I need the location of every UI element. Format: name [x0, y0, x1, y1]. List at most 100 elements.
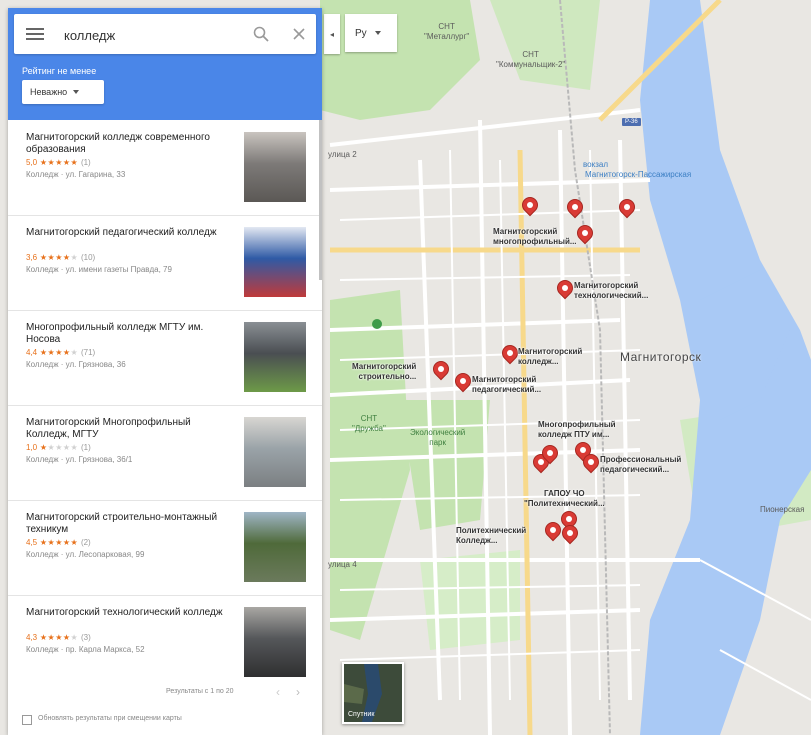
language-value: Ру [355, 27, 367, 39]
road-shield: Р-36 [622, 118, 641, 126]
result-name[interactable]: Магнитогорский колледж современного обра… [26, 132, 226, 156]
pager-text: Результаты с 1 по 20 [166, 688, 234, 695]
college-pin-icon[interactable] [581, 452, 601, 473]
result-item[interactable]: Магнитогорский колледж современного обра… [8, 120, 322, 216]
result-item[interactable]: Магнитогорский Многопрофильный Колледж, … [8, 405, 322, 501]
map-label-pionerskaya: Пионерская [760, 505, 805, 514]
poi-label[interactable]: Профессиональный педагогический... [600, 455, 681, 475]
star-rating-icon: ★★★★★ [37, 253, 79, 262]
college-pin-icon[interactable] [575, 223, 595, 244]
rating-value: 1,0 [26, 443, 38, 452]
result-photo[interactable] [244, 417, 306, 487]
result-address: Колледж · ул. Гагарина, 33 [26, 170, 126, 179]
result-name[interactable]: Магнитогорский строительно-монтажный тех… [26, 512, 226, 536]
collapse-panel-button[interactable]: ◂ [324, 14, 340, 54]
poi-label[interactable]: Многопрофильный колледж ПТУ им... [538, 420, 616, 440]
poi-label[interactable]: Магнитогорский педагогический... [472, 375, 541, 395]
result-name[interactable]: Магнитогорский педагогический колледж [26, 227, 226, 239]
poi-label[interactable]: Магнитогорский строительно... [352, 362, 416, 382]
poi-label[interactable]: Магнитогорский колледж... [518, 347, 582, 367]
chevron-down-icon [73, 90, 80, 94]
poi-label[interactable]: Политехнический Колледж... [456, 526, 526, 546]
result-item[interactable]: Магнитогорский строительно-монтажный тех… [8, 500, 322, 596]
result-photo[interactable] [244, 322, 306, 392]
college-pin-icon[interactable] [560, 523, 580, 544]
review-count: (1) [80, 158, 91, 167]
result-address: Колледж · пр. Карла Маркса, 52 [26, 645, 145, 654]
rating-value: 3,6 [26, 253, 38, 262]
language-select[interactable]: Ру [345, 14, 397, 52]
update-on-move-label: Обновлять результаты при смещении карты [38, 715, 182, 722]
poi-label[interactable]: Магнитогорский технологический... [574, 281, 648, 301]
result-photo[interactable] [244, 132, 306, 202]
update-on-move-row: Обновлять результаты при смещении карты [8, 710, 322, 734]
chevron-down-icon [374, 31, 381, 35]
star-rating-icon: ★★★★★ [37, 443, 79, 452]
update-on-move-checkbox[interactable] [22, 715, 32, 725]
rating-filter-label: Рейтинг не менее [22, 66, 97, 76]
result-rating: 1,0 ★★★★★ (1) [26, 443, 91, 452]
next-page-button[interactable]: › [296, 685, 306, 699]
rating-value: 4,4 [26, 348, 38, 357]
college-pin-icon[interactable] [500, 343, 520, 364]
result-rating: 4,5 ★★★★★ (2) [26, 538, 91, 547]
college-pin-icon[interactable] [540, 443, 560, 464]
college-pin-icon[interactable] [617, 197, 637, 218]
map-label-eco-park: Экологический парк [410, 428, 466, 447]
rating-value: 4,3 [26, 633, 38, 642]
result-item[interactable]: Магнитогорский педагогический колледж 3,6… [8, 215, 322, 311]
college-pin-icon[interactable] [555, 278, 575, 299]
rating-filter-dropdown[interactable]: Неважно [22, 80, 104, 104]
result-name[interactable]: Многопрофильный колледж МГТУ им. Носова [26, 322, 226, 346]
college-pin-icon[interactable] [543, 520, 563, 541]
menu-icon[interactable] [26, 26, 44, 42]
result-item[interactable]: Многопрофильный колледж МГТУ им. Носова 4… [8, 310, 322, 406]
result-rating: 4,4 ★★★★★ (71) [26, 348, 95, 357]
star-rating-icon: ★★★★★ [37, 633, 79, 642]
park-marker-icon[interactable] [372, 319, 382, 329]
results-panel: Рейтинг не менее Неважно Магнитогорский … [8, 8, 322, 735]
result-address: Колледж · ул. Лесопарковая, 99 [26, 550, 145, 559]
map-label-snt-metallurg: СНТ "Металлург" [424, 22, 470, 41]
result-photo[interactable] [244, 227, 306, 297]
college-pin-icon[interactable] [431, 359, 451, 380]
result-name[interactable]: Магнитогорский Многопрофильный Колледж, … [26, 417, 226, 441]
rating-value: 5,0 [26, 158, 38, 167]
review-count: (10) [80, 253, 96, 262]
result-rating: 4,3 ★★★★★ (3) [26, 633, 91, 642]
results-list[interactable]: Магнитогорский колледж современного обра… [8, 120, 322, 680]
map-label-snt-druzhba: СНТ "Дружба" [352, 414, 386, 433]
star-rating-icon: ★★★★★ [37, 158, 81, 167]
college-pin-icon[interactable] [453, 371, 473, 392]
review-count: (71) [80, 348, 96, 357]
search-box [14, 14, 316, 54]
scrollbar[interactable] [319, 120, 322, 280]
map-label-station: Магнитогорск-Пассажирская [585, 170, 692, 179]
map-label-street-4: улица 4 [328, 560, 357, 569]
result-photo[interactable] [244, 607, 306, 677]
college-pin-icon[interactable] [565, 197, 585, 218]
map-label-vokzal: вокзал [583, 160, 608, 169]
result-name[interactable]: Магнитогорский технологический колледж [26, 607, 226, 619]
panel-header: Рейтинг не менее Неважно [8, 8, 322, 120]
map-label-street-2: улица 2 [328, 150, 357, 159]
result-address: Колледж · ул. имени газеты Правда, 79 [26, 265, 172, 274]
prev-page-button[interactable]: ‹ [276, 685, 286, 699]
poi-label[interactable]: Магнитогорский многопрофильный... [493, 227, 577, 247]
rating-value: 4,5 [26, 538, 38, 547]
result-rating: 3,6 ★★★★★ (10) [26, 253, 95, 262]
search-icon[interactable] [252, 25, 270, 43]
star-rating-icon: ★★★★★ [37, 348, 79, 357]
result-item[interactable]: Магнитогорский технологический колледж 4,… [8, 595, 322, 680]
review-count: (3) [80, 633, 91, 642]
search-input[interactable] [62, 24, 236, 46]
pager: Результаты с 1 по 20 ‹ › [8, 680, 322, 704]
satellite-toggle-button[interactable]: Спутник [342, 662, 404, 724]
satellite-label: Спутник [348, 711, 375, 718]
poi-label[interactable]: ГАПОУ ЧО "Политехнический... [524, 489, 605, 509]
star-rating-icon: ★★★★★ [37, 538, 81, 547]
result-photo[interactable] [244, 512, 306, 582]
city-label: Магнитогорск [620, 350, 702, 364]
close-icon[interactable] [290, 25, 308, 43]
college-pin-icon[interactable] [520, 195, 540, 216]
